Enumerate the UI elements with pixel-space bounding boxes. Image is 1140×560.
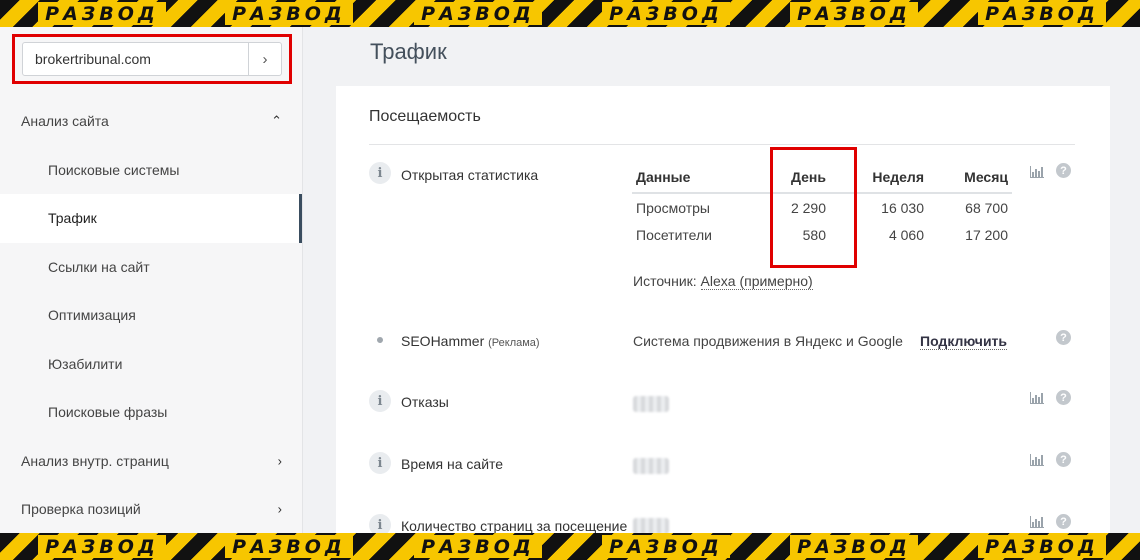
chevron-right-icon: ›: [277, 453, 282, 469]
domain-input[interactable]: [23, 43, 248, 75]
help-icon[interactable]: ?: [1056, 452, 1071, 467]
help-icon[interactable]: ?: [1056, 330, 1071, 345]
banner-label: РАЗВОД: [978, 2, 1106, 25]
help-icon[interactable]: ?: [1056, 390, 1071, 405]
sidebar-item-position-check[interactable]: Проверка позиций ›: [0, 485, 302, 534]
sidebar-item-label: Поисковые фразы: [48, 404, 168, 421]
sidebar-item-site-analysis[interactable]: Анализ сайта ⌃: [0, 97, 302, 146]
sidebar-item-label: Поисковые системы: [48, 161, 180, 178]
divider: [369, 144, 1075, 145]
banner-label: РАЗВОД: [414, 2, 542, 25]
ad-tag: (Реклама): [488, 337, 540, 349]
sidebar-item-search-phrases[interactable]: Поисковые фразы: [0, 388, 302, 437]
day-column-highlight: [770, 147, 857, 268]
banner-label: РАЗВОД: [38, 2, 166, 25]
row-label-seohammer: SEOHammer (Реклама): [401, 333, 540, 349]
table-cell: Посетители: [636, 227, 712, 243]
table-cell: Просмотры: [636, 199, 710, 216]
source-label: Источник:: [633, 273, 697, 289]
domain-highlight-box: ›: [12, 34, 292, 84]
info-icon[interactable]: i: [369, 162, 391, 184]
column-header: Данные: [632, 161, 772, 194]
bar-chart-icon[interactable]: [1030, 454, 1044, 466]
sidebar-item-optimization[interactable]: Оптимизация: [0, 291, 302, 340]
sidebar-item-search-engines[interactable]: Поисковые системы: [0, 146, 302, 195]
banner-label: РАЗВОД: [602, 2, 730, 25]
info-icon[interactable]: i: [369, 390, 391, 412]
info-icon[interactable]: i: [369, 452, 391, 474]
banner-label: РАЗВОД: [414, 535, 542, 558]
sidebar: › Анализ сайта ⌃ Поисковые системы Трафи…: [0, 27, 303, 533]
help-icon[interactable]: ?: [1056, 514, 1071, 529]
banner-label: РАЗВОД: [225, 2, 353, 25]
page-title: Трафик: [370, 39, 447, 64]
sidebar-item-label: Проверка позиций: [21, 501, 141, 518]
banner-label: РАЗВОД: [790, 535, 918, 558]
chevron-right-icon: ›: [277, 501, 282, 517]
sidebar-item-backlinks[interactable]: Ссылки на сайт: [0, 243, 302, 292]
banner-label: РАЗВОД: [978, 535, 1106, 558]
sidebar-item-usability[interactable]: Юзабилити: [0, 340, 302, 389]
source-link[interactable]: Alexa (примерно): [700, 273, 813, 290]
source-note: Источник: Alexa (примерно): [633, 273, 813, 290]
banner-label: РАЗВОД: [225, 535, 353, 558]
connect-link[interactable]: Подключить: [920, 333, 1008, 350]
blurred-value: [633, 396, 669, 412]
traffic-card: Посещаемость i Открытая статистика Данны…: [336, 86, 1110, 546]
go-button[interactable]: ›: [248, 43, 281, 75]
seohammer-name: SEOHammer: [401, 333, 485, 349]
seohammer-description: Система продвижения в Яндекс и Google: [633, 333, 903, 349]
bar-chart-icon[interactable]: [1030, 392, 1044, 404]
bar-chart-icon[interactable]: [1030, 166, 1044, 178]
sidebar-item-label: Анализ внутр. страниц: [21, 452, 169, 469]
sidebar-item-inner-pages[interactable]: Анализ внутр. страниц ›: [0, 437, 302, 486]
domain-form: ›: [22, 42, 282, 76]
sidebar-item-label: Юзабилити: [48, 355, 123, 372]
sidebar-item-label: Анализ сайта: [21, 113, 109, 130]
banner-label: РАЗВОД: [602, 535, 730, 558]
sidebar-item-label: Ссылки на сайт: [48, 258, 150, 275]
row-label-bounce: Отказы: [401, 394, 449, 410]
row-label-time-on-site: Время на сайте: [401, 456, 504, 472]
row-label-pages-per-visit: Количество страниц за посещение: [401, 518, 628, 534]
column-header: Месяц: [928, 161, 1012, 194]
banner-label: РАЗВОД: [790, 2, 918, 25]
warning-banner-top: РАЗВОД РАЗВОД РАЗВОД РАЗВОД РАЗВОД РАЗВО…: [0, 0, 1140, 27]
chevron-right-icon: ›: [262, 50, 268, 68]
table-cell: 17 200: [965, 227, 1008, 243]
bar-chart-icon[interactable]: [1030, 516, 1044, 528]
sidebar-item-label: Оптимизация: [48, 307, 136, 324]
blurred-value: [633, 518, 669, 534]
banner-label: РАЗВОД: [38, 535, 166, 558]
warning-banner-bottom: РАЗВОД РАЗВОД РАЗВОД РАЗВОД РАЗВОД РАЗВО…: [0, 533, 1140, 560]
help-icon[interactable]: ?: [1056, 163, 1071, 178]
table-cell: 68 700: [965, 199, 1008, 216]
sidebar-nav: Анализ сайта ⌃ Поисковые системы Трафик …: [0, 97, 302, 534]
sidebar-item-traffic[interactable]: Трафик: [0, 194, 302, 243]
card-title: Посещаемость: [369, 108, 481, 125]
row-label-open-stats: Открытая статистика: [401, 167, 539, 183]
sidebar-item-label: Трафик: [48, 210, 97, 227]
blurred-value: [633, 458, 669, 474]
chevron-up-icon: ⌃: [271, 113, 282, 129]
dot-icon: [369, 329, 391, 351]
